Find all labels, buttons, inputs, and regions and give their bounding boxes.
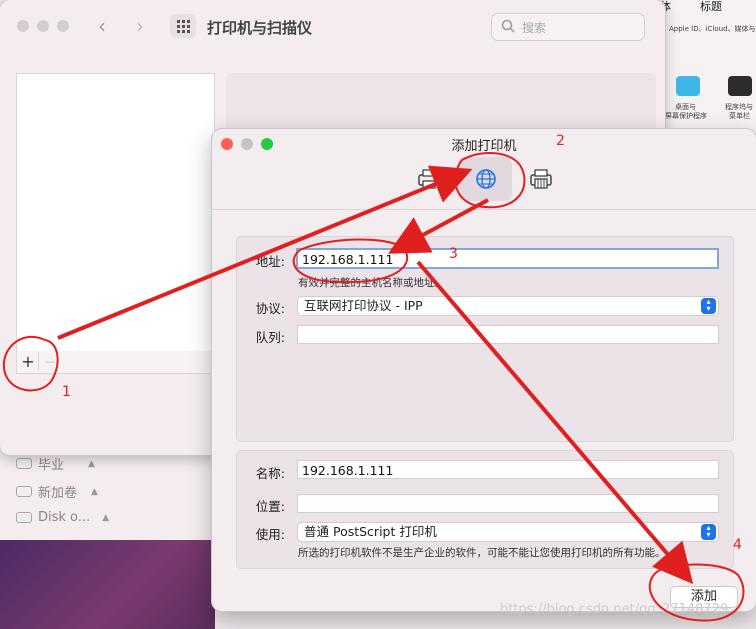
annotation-arrow	[416, 260, 694, 585]
annotation-arrow	[387, 198, 489, 254]
annotation-circle	[648, 563, 745, 622]
annotation-circle	[454, 152, 526, 209]
annotation-arrow	[57, 165, 473, 340]
annotation-circle	[2, 335, 59, 392]
annotation-number: 3	[449, 246, 458, 262]
annotation-number: 1	[62, 384, 71, 400]
annotation-number: 4	[733, 537, 742, 553]
annotation-circle	[292, 238, 409, 284]
annotation-overlay	[2, 152, 745, 622]
annotation-number: 2	[556, 133, 565, 149]
